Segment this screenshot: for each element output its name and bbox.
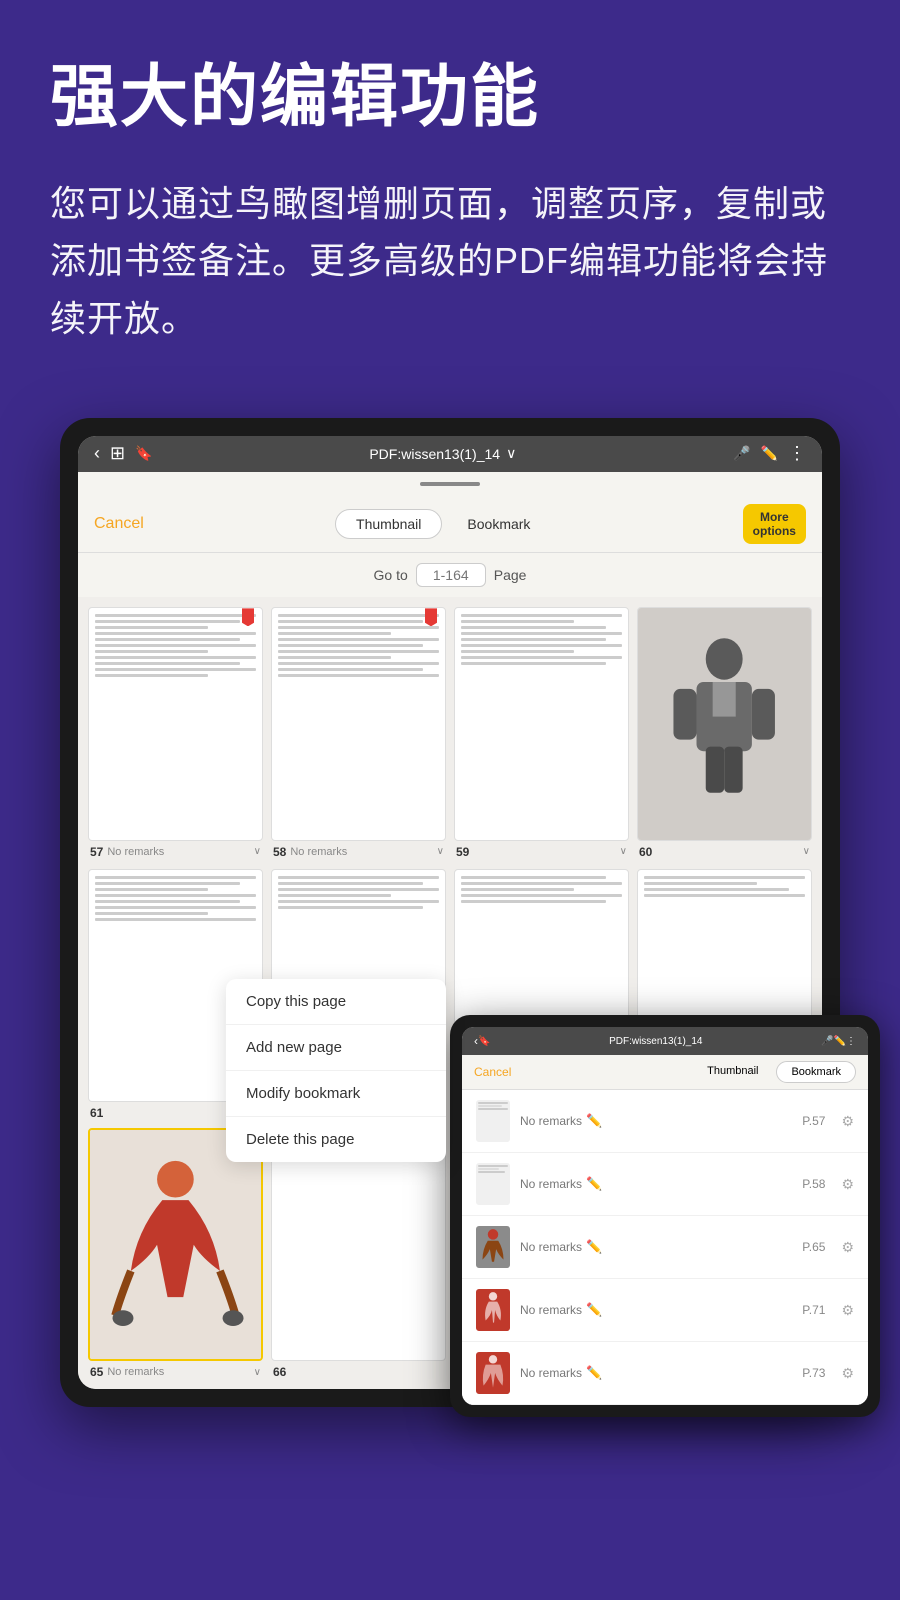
page-60-image (655, 631, 793, 816)
thumb-57[interactable]: 57 No remarks ∨ (88, 607, 263, 858)
bookmark-73-gear[interactable]: ⚙ (841, 1365, 854, 1382)
copy-page-item[interactable]: Copy this page (226, 979, 446, 1025)
hero-description: 您可以通过鸟瞰图增删页面，调整页序，复制或添加书签备注。更多高级的PDF编辑功能… (50, 175, 850, 348)
grid-icon[interactable]: ⊞ (110, 443, 125, 464)
goto-bar: Go to Page (78, 553, 822, 597)
overlay-cancel[interactable]: Cancel (474, 1065, 511, 1079)
bookmark-71-page: P.71 (802, 1303, 825, 1317)
status-bar: ‹ ⊞ 🔖 PDF:wissen13(1)_14 ∨ 🎤 ✏️ ⋮ (78, 436, 822, 472)
overlay-more[interactable]: ⋮ (846, 1036, 856, 1047)
page-59-thumb (454, 607, 629, 840)
bookmark-thumb-58 (476, 1163, 510, 1205)
thumbnail-row-1: 57 No remarks ∨ (78, 597, 822, 868)
bookmark-73-remark: No remarks ✏️ (520, 1365, 792, 1381)
goto-label: Go to (374, 567, 408, 583)
title-chevron: ∨ (506, 445, 516, 462)
bookmark-flag-57 (242, 608, 254, 626)
page-60-thumb (637, 607, 812, 840)
bookmark-65-remark: No remarks ✏️ (520, 1239, 792, 1255)
bookmark-65-gear[interactable]: ⚙ (841, 1239, 854, 1256)
thumb-65-label: 65 No remarks ∨ (88, 1365, 263, 1379)
page-65-thumb (88, 1128, 263, 1361)
thumb-59-label: 59 ∨ (454, 845, 629, 859)
bookmark-thumb-71 (476, 1289, 510, 1331)
bookmark-item-57[interactable]: No remarks ✏️ P.57 ⚙ (462, 1090, 868, 1153)
title-bar: PDF:wissen13(1)_14 ∨ (369, 445, 516, 462)
thumbnail-tab[interactable]: Thumbnail (335, 509, 442, 539)
bookmark-58-gear[interactable]: ⚙ (841, 1176, 854, 1193)
overlay-mic[interactable]: 🎤 (821, 1036, 833, 1047)
page-57-thumb (88, 607, 263, 840)
page-66-thumb (271, 1128, 446, 1361)
overlay-bookmark-tab[interactable]: Bookmark (776, 1061, 856, 1083)
context-menu: Copy this page Add new page Modify bookm… (226, 979, 446, 1162)
page-label: Page (494, 567, 527, 583)
bookmark-thumb-57 (476, 1100, 510, 1142)
overlay-tablet: ‹ 🔖 PDF:wissen13(1)_14 🎤 ✏️ ⋮ Cancel Thu… (450, 1015, 880, 1417)
pdf-toolbar: Cancel Thumbnail Bookmark More options (78, 496, 822, 554)
bookmark-57-gear[interactable]: ⚙ (841, 1113, 854, 1130)
thumb-58-label: 58 No remarks ∨ (271, 845, 446, 859)
bookmark-73-page: P.73 (802, 1366, 825, 1380)
delete-page-item[interactable]: Delete this page (226, 1117, 446, 1162)
tab-group: Thumbnail Bookmark (335, 509, 551, 539)
more-icon[interactable]: ⋮ (788, 443, 806, 464)
bookmark-58-remark: No remarks ✏️ (520, 1176, 792, 1192)
page-58-thumb (271, 607, 446, 840)
overlay-title: PDF:wissen13(1)_14 (490, 1036, 821, 1047)
status-bar-left: ‹ ⊞ 🔖 (94, 443, 153, 464)
thumb-58[interactable]: 58 No remarks ∨ (271, 607, 446, 858)
bookmark-57-page: P.57 (802, 1114, 825, 1128)
bookmark-thumb-73 (476, 1352, 510, 1394)
drag-handle (420, 482, 480, 486)
thumb-60[interactable]: 60 ∨ (637, 607, 812, 858)
overlay-tabs: Thumbnail Bookmark (693, 1061, 856, 1083)
bookmark-item-58[interactable]: No remarks ✏️ P.58 ⚙ (462, 1153, 868, 1216)
bookmark-flag-58 (425, 608, 437, 626)
add-new-page-item[interactable]: Add new page (226, 1025, 446, 1071)
hero-section: 强大的编辑功能 您可以通过鸟瞰图增删页面，调整页序，复制或添加书签备注。更多高级… (0, 0, 900, 388)
more-options-button[interactable]: More options (743, 504, 806, 545)
bookmark-item-71[interactable]: No remarks ✏️ P.71 ⚙ (462, 1279, 868, 1342)
bookmark-65-page: P.65 (802, 1240, 825, 1254)
thumb-66[interactable]: 66 (271, 1128, 446, 1379)
bookmark-thumb-65 (476, 1226, 510, 1268)
mic-icon[interactable]: 🎤 (733, 445, 750, 462)
thumb-66-label: 66 (271, 1365, 446, 1379)
thumb-59[interactable]: 59 ∨ (454, 607, 629, 858)
modify-bookmark-item[interactable]: Modify bookmark (226, 1071, 446, 1117)
thumb-60-label: 60 ∨ (637, 845, 812, 859)
page-65-dancer (107, 1153, 244, 1336)
overlay-screen: ‹ 🔖 PDF:wissen13(1)_14 🎤 ✏️ ⋮ Cancel Thu… (462, 1027, 868, 1405)
pdf-title: PDF:wissen13(1)_14 (369, 446, 500, 462)
page-number-input[interactable] (416, 563, 486, 587)
bookmark-57-remark: No remarks ✏️ (520, 1113, 792, 1129)
thumb-57-label: 57 No remarks ∨ (88, 845, 263, 859)
bookmark-item-73[interactable]: No remarks ✏️ P.73 ⚙ (462, 1342, 868, 1405)
overlay-thumbnail-tab[interactable]: Thumbnail (693, 1061, 772, 1083)
bookmark-58-page: P.58 (802, 1177, 825, 1191)
back-icon[interactable]: ‹ (94, 443, 100, 464)
hero-title: 强大的编辑功能 (50, 60, 850, 135)
cancel-button[interactable]: Cancel (94, 515, 144, 533)
pen-icon[interactable]: ✏️ (761, 445, 778, 462)
overlay-status-bar: ‹ 🔖 PDF:wissen13(1)_14 🎤 ✏️ ⋮ (462, 1027, 868, 1055)
bookmark-71-remark: No remarks ✏️ (520, 1302, 792, 1318)
device-container: ‹ ⊞ 🔖 PDF:wissen13(1)_14 ∨ 🎤 ✏️ ⋮ (0, 388, 900, 1408)
bookmark-item-65[interactable]: No remarks ✏️ P.65 ⚙ (462, 1216, 868, 1279)
overlay-toolbar: Cancel Thumbnail Bookmark (462, 1055, 868, 1090)
bookmark-71-gear[interactable]: ⚙ (841, 1302, 854, 1319)
status-bar-right: 🎤 ✏️ ⋮ (733, 443, 806, 464)
bookmark-tab[interactable]: Bookmark (446, 509, 551, 539)
thumb-65[interactable]: 65 No remarks ∨ (88, 1128, 263, 1379)
bookmark-list: No remarks ✏️ P.57 ⚙ (462, 1090, 868, 1405)
bookmark-icon[interactable]: 🔖 (135, 445, 152, 462)
overlay-bookmark-icon[interactable]: 🔖 (478, 1036, 490, 1047)
overlay-pen[interactable]: ✏️ (834, 1036, 846, 1047)
